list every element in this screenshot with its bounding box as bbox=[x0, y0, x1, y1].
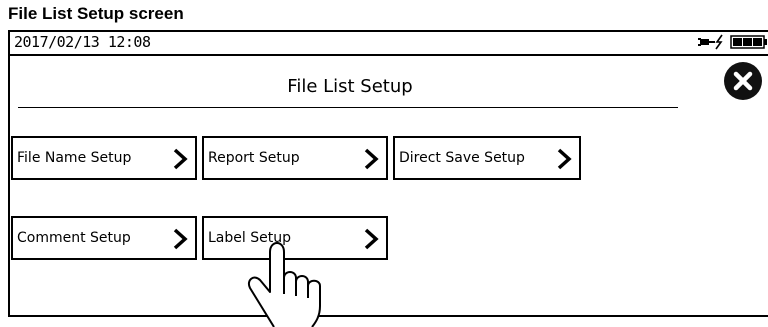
button-label: Direct Save Setup bbox=[399, 150, 525, 166]
figure-caption: File List Setup screen bbox=[8, 4, 184, 23]
file-name-setup-button[interactable]: File Name Setup bbox=[11, 136, 197, 180]
report-setup-button[interactable]: Report Setup bbox=[202, 136, 388, 180]
ac-power-icon bbox=[698, 34, 723, 50]
direct-save-setup-button[interactable]: Direct Save Setup bbox=[393, 136, 581, 180]
device-screen: 2017/02/13 12:08 File List Setup File Na… bbox=[8, 30, 768, 317]
chevron-right-icon bbox=[364, 148, 379, 170]
title-divider bbox=[18, 107, 678, 108]
comment-setup-button[interactable]: Comment Setup bbox=[11, 216, 197, 260]
button-label: Comment Setup bbox=[17, 230, 131, 246]
close-icon bbox=[733, 71, 753, 91]
button-label: Report Setup bbox=[208, 150, 300, 166]
button-label: File Name Setup bbox=[17, 150, 132, 166]
status-bar: 2017/02/13 12:08 bbox=[10, 32, 768, 56]
chevron-right-icon bbox=[557, 148, 572, 170]
battery-full-icon bbox=[730, 35, 767, 49]
pointing-hand-icon bbox=[248, 242, 321, 327]
close-button[interactable] bbox=[724, 62, 762, 100]
chevron-right-icon bbox=[173, 148, 188, 170]
page-title: File List Setup bbox=[287, 76, 413, 97]
chevron-right-icon bbox=[173, 228, 188, 250]
chevron-right-icon bbox=[364, 228, 379, 250]
datetime: 2017/02/13 12:08 bbox=[14, 33, 151, 51]
